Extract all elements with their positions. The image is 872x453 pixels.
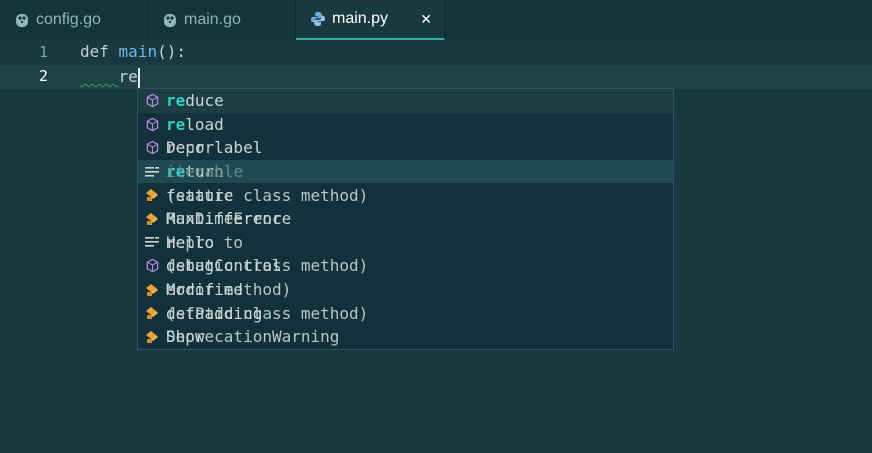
function-name: main (118, 42, 158, 61)
suggestion-item[interactable]: MaxDifference RuntimeError (138, 207, 673, 231)
suggestion-label: defPadding (static class method) (166, 304, 368, 323)
suggestion-label: Decorlabel repr (166, 138, 262, 157)
suggestion-label: Show DeprecationWarning (166, 327, 339, 346)
suggestion-item[interactable]: debugControl (static class method) (138, 254, 673, 278)
suggestion-detail: RuntimeError (166, 209, 282, 229)
suggestion-detail: error method) (166, 280, 292, 300)
suggestion-label: Hello repro to (166, 233, 243, 252)
suggestion-text: load (185, 114, 224, 134)
tab-config-go[interactable]: config.go (0, 0, 148, 40)
suggestion-label: debugControl (static class method) (166, 256, 368, 275)
typed-text: re (118, 67, 138, 86)
suggestion-item[interactable]: reload (138, 113, 673, 137)
suggestion-item[interactable]: reduce (138, 89, 673, 113)
suggestion-label: Modified error method) (166, 280, 291, 299)
tab-main-go[interactable]: main.go (148, 0, 296, 40)
gopher-icon (14, 12, 30, 28)
text-cursor (137, 67, 140, 88)
suggestion-item[interactable]: Decorlabel repr (138, 136, 673, 160)
close-tab-button[interactable]: ✕ (420, 11, 432, 28)
suggestion-detail: iterable (166, 162, 244, 182)
keyword: def (80, 42, 109, 61)
code-line-1: def main(): (80, 40, 186, 64)
line-number: 1 (38, 43, 48, 61)
suggestion-detail: (static class method) (166, 256, 369, 276)
python-icon (310, 11, 326, 27)
suggestion-detail: DeprecationWarning (166, 327, 340, 347)
code-line-2: re (80, 65, 140, 89)
suggestion-detail: (static class method) (166, 185, 369, 205)
suggestion-label: MaxDifference RuntimeError (166, 209, 291, 228)
suggestion-detail: repro to (166, 232, 244, 252)
keyword-icon (144, 164, 160, 180)
class-icon (144, 211, 160, 227)
module-icon (144, 116, 160, 132)
code-punct: (): (157, 42, 186, 61)
class-icon (144, 282, 160, 298)
suggestion-item[interactable]: Hello repro to (138, 231, 673, 255)
keyword-icon (144, 234, 160, 250)
suggestion-detail: repr (166, 138, 205, 158)
suggestion-label: feature (static class method) (166, 186, 368, 205)
gopher-icon (162, 12, 178, 28)
module-icon (144, 93, 160, 109)
suggestion-detail: (static class method) (166, 303, 369, 323)
tab-label: config.go (36, 11, 101, 28)
suggestion-label: reduce (166, 91, 224, 110)
suggestion-label: return iterable (166, 162, 243, 181)
suggestion-item[interactable]: feature (static class method) (138, 183, 673, 207)
class-icon (144, 305, 160, 321)
suggestion-text: duce (185, 91, 224, 111)
class-icon (144, 187, 160, 203)
tab-main-py[interactable]: main.py ✕ (296, 0, 445, 40)
match-highlight: re (166, 114, 186, 134)
suggestion-item[interactable]: Show DeprecationWarning (138, 325, 673, 349)
autocomplete-popup: reduce reload Decorlabel repr return iterable… (137, 88, 674, 350)
tab-label: main.go (184, 11, 241, 28)
module-icon (144, 140, 160, 156)
indent-warning (80, 67, 119, 86)
tab-bar: config.go main.go main.py ✕ (0, 0, 872, 40)
line-number: 2 (38, 67, 48, 85)
suggestion-item[interactable]: defPadding (static class method) (138, 301, 673, 325)
match-highlight: re (166, 91, 186, 111)
suggestion-item[interactable]: Modified error method) (138, 278, 673, 302)
suggestion-item[interactable]: return iterable (138, 159, 673, 184)
module-icon (144, 258, 160, 274)
class-icon (144, 329, 160, 345)
suggestion-label: reload (166, 115, 224, 134)
tab-label: main.py (332, 10, 389, 27)
